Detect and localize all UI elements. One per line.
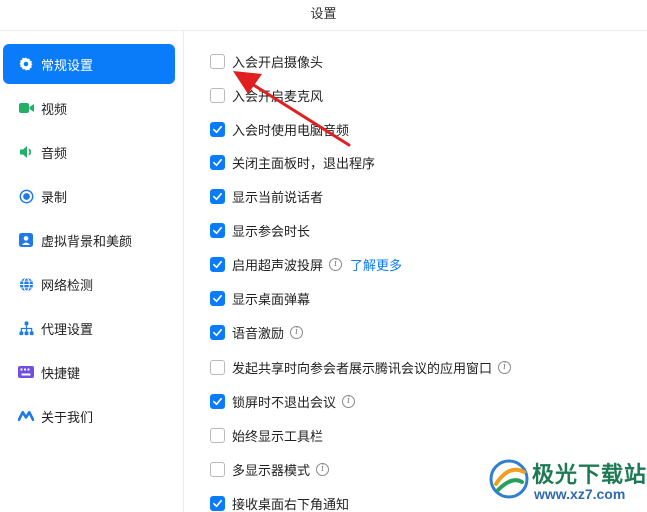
option-label: 显示桌面弹幕 bbox=[232, 291, 311, 307]
brand-logo-icon bbox=[18, 408, 34, 424]
sidebar-item-label: 常规设置 bbox=[41, 57, 94, 73]
watermark-name: 极光下载站 bbox=[532, 462, 647, 487]
option-label: 显示当前说话者 bbox=[232, 189, 324, 205]
sidebar-item-label: 关于我们 bbox=[41, 409, 94, 425]
sidebar-item-network-check[interactable]: 网络检测 bbox=[3, 264, 175, 304]
option-camera-on-join[interactable]: 入会开启摄像头 bbox=[210, 51, 323, 71]
option-multi-monitor[interactable]: 多显示器模式 i bbox=[210, 459, 330, 479]
option-voice-activation[interactable]: 语音激励 i bbox=[210, 322, 304, 342]
watermark: 极光下载站 www.xz7.com bbox=[484, 452, 647, 510]
option-exit-on-close[interactable]: 关闭主面板时，退出程序 bbox=[210, 152, 375, 172]
option-label: 关闭主面板时，退出程序 bbox=[232, 155, 376, 171]
sidebar-item-label: 代理设置 bbox=[41, 321, 94, 337]
checkmark-icon bbox=[213, 499, 222, 507]
sidebar-item-video[interactable]: 视频 bbox=[3, 88, 175, 128]
checkbox[interactable] bbox=[210, 222, 225, 238]
option-label: 入会时使用电脑音频 bbox=[232, 122, 350, 138]
window-title: 设置 bbox=[310, 6, 337, 21]
checkbox[interactable] bbox=[210, 393, 225, 409]
sidebar-item-shortcuts[interactable]: 快捷键 bbox=[3, 352, 175, 392]
sidebar-item-proxy[interactable]: 代理设置 bbox=[3, 308, 175, 348]
option-label: 启用超声波投屏 bbox=[232, 257, 324, 273]
info-icon[interactable]: i bbox=[342, 394, 356, 408]
option-label: 语音激励 bbox=[232, 325, 285, 341]
sidebar-item-label: 录制 bbox=[41, 189, 68, 205]
checkmark-icon bbox=[213, 397, 222, 405]
title-bar: 设置 bbox=[0, 0, 647, 30]
option-desktop-barrage[interactable]: 显示桌面弹幕 bbox=[210, 288, 310, 308]
option-share-app-window[interactable]: 发起共享时向参会者展示腾讯会议的应用窗口 i bbox=[210, 357, 512, 377]
info-icon[interactable]: i bbox=[290, 325, 304, 339]
option-label: 入会开启摄像头 bbox=[232, 54, 324, 70]
sidebar-item-label: 快捷键 bbox=[41, 365, 81, 381]
sidebar: 常规设置 视频 音频 录制 虚拟背景和美颜 网络检测 代理设置 快捷键 关于我们 bbox=[0, 40, 183, 512]
sidebar-item-record[interactable]: 录制 bbox=[3, 176, 175, 216]
checkbox[interactable] bbox=[210, 154, 225, 170]
option-label: 入会开启麦克风 bbox=[232, 88, 324, 104]
checkmark-icon bbox=[213, 192, 222, 200]
info-icon[interactable]: i bbox=[498, 360, 512, 374]
learn-more-link[interactable]: 了解更多 bbox=[350, 255, 402, 274]
checkbox[interactable] bbox=[210, 121, 225, 137]
option-label: 多显示器模式 bbox=[232, 462, 311, 478]
info-icon[interactable]: i bbox=[329, 257, 343, 271]
option-mic-on-join[interactable]: 入会开启麦克风 bbox=[210, 85, 323, 105]
sidebar-item-label: 虚拟背景和美颜 bbox=[41, 233, 133, 249]
sidebar-item-audio[interactable]: 音频 bbox=[3, 132, 175, 172]
option-show-duration[interactable]: 显示参会时长 bbox=[210, 220, 310, 240]
checkbox[interactable] bbox=[210, 324, 225, 340]
checkbox[interactable] bbox=[210, 290, 225, 306]
option-ultrasonic-cast[interactable]: 启用超声波投屏 i 了解更多 bbox=[210, 254, 402, 274]
network-tree-icon bbox=[18, 320, 34, 336]
keyboard-icon bbox=[18, 364, 34, 380]
info-icon[interactable]: i bbox=[316, 462, 330, 476]
sidebar-item-label: 网络检测 bbox=[41, 277, 94, 293]
option-always-show-toolbar[interactable]: 始终显示工具栏 bbox=[210, 425, 323, 445]
portrait-icon bbox=[18, 232, 34, 248]
option-show-speaker[interactable]: 显示当前说话者 bbox=[210, 186, 323, 206]
checkmark-icon bbox=[213, 158, 222, 166]
checkmark-icon bbox=[213, 125, 222, 133]
watermark-url: www.xz7.com bbox=[534, 486, 626, 502]
checkbox[interactable] bbox=[210, 53, 225, 69]
sidebar-item-general[interactable]: 常规设置 bbox=[3, 44, 175, 84]
sidebar-item-virtual-background[interactable]: 虚拟背景和美颜 bbox=[3, 220, 175, 260]
globe-icon bbox=[18, 276, 34, 292]
checkbox[interactable] bbox=[210, 359, 225, 375]
option-label: 发起共享时向参会者展示腾讯会议的应用窗口 bbox=[232, 360, 493, 376]
option-stay-when-locked[interactable]: 锁屏时不退出会议 i bbox=[210, 391, 356, 411]
option-desktop-notification[interactable]: 接收桌面右下角通知 bbox=[210, 493, 349, 512]
checkmark-icon bbox=[213, 260, 222, 268]
checkbox[interactable] bbox=[210, 87, 225, 103]
record-icon bbox=[18, 188, 34, 204]
checkbox[interactable] bbox=[210, 427, 225, 443]
general-settings-panel: 入会开启摄像头 入会开启麦克风 入会时使用电脑音频 关闭主面板时，退出程序 显示… bbox=[184, 31, 647, 512]
checkmark-icon bbox=[213, 226, 222, 234]
checkbox[interactable] bbox=[210, 256, 225, 272]
checkbox[interactable] bbox=[210, 495, 225, 511]
checkbox[interactable] bbox=[210, 188, 225, 204]
sidebar-item-label: 视频 bbox=[41, 101, 68, 117]
checkmark-icon bbox=[213, 294, 222, 302]
speaker-icon bbox=[18, 144, 34, 160]
option-label: 始终显示工具栏 bbox=[232, 428, 324, 444]
sidebar-item-about[interactable]: 关于我们 bbox=[3, 396, 175, 436]
gear-icon bbox=[18, 56, 34, 72]
watermark-logo-icon bbox=[489, 459, 529, 499]
checkbox[interactable] bbox=[210, 461, 225, 477]
video-camera-icon bbox=[18, 100, 34, 116]
option-label: 锁屏时不退出会议 bbox=[232, 394, 337, 410]
option-label: 接收桌面右下角通知 bbox=[232, 496, 350, 512]
sidebar-item-label: 音频 bbox=[41, 145, 68, 161]
checkmark-icon bbox=[213, 328, 222, 336]
option-computer-audio[interactable]: 入会时使用电脑音频 bbox=[210, 119, 349, 139]
option-label: 显示参会时长 bbox=[232, 223, 311, 239]
